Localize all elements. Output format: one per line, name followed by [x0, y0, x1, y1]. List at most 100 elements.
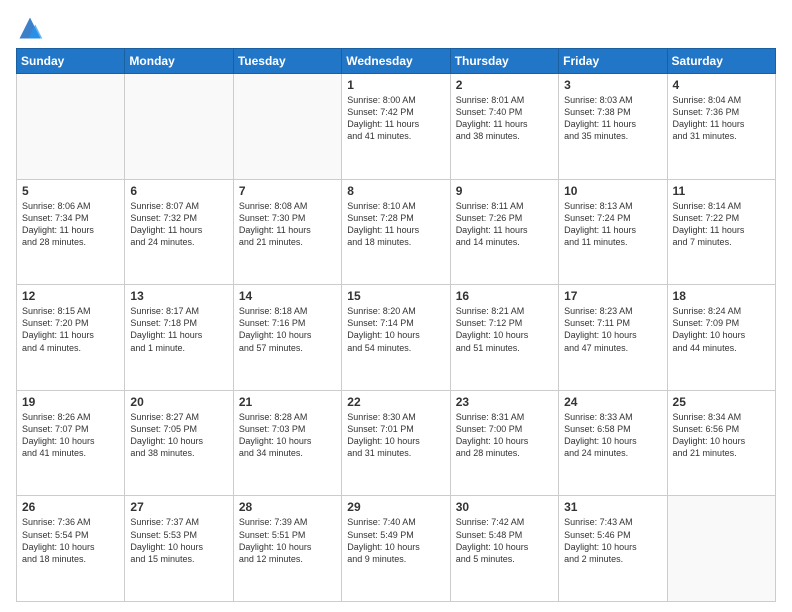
day-number: 28 [239, 500, 336, 514]
day-cell: 25 Sunrise: 8:34 AM Sunset: 6:56 PM Dayli… [667, 390, 775, 496]
day-number: 18 [673, 289, 770, 303]
day-cell: 10 Sunrise: 8:13 AM Sunset: 7:24 PM Dayli… [559, 179, 667, 285]
day-info: Sunrise: 7:40 AM Sunset: 5:49 PM Dayligh… [347, 516, 444, 565]
logo [16, 14, 46, 42]
day-number: 11 [673, 184, 770, 198]
day-cell: 27Sunrise: 7:37 AM Sunset: 5:53 PM Dayli… [125, 496, 233, 602]
day-cell: 4Sunrise: 8:04 AM Sunset: 7:36 PM Daylig… [667, 74, 775, 180]
day-info: Sunrise: 7:39 AM Sunset: 5:51 PM Dayligh… [239, 516, 336, 565]
week-row-1: 5Sunrise: 8:06 AM Sunset: 7:34 PM Daylig… [17, 179, 776, 285]
day-cell: 14 Sunrise: 8:18 AM Sunset: 7:16 PM Dayli… [233, 285, 341, 391]
weekday-header-thursday: Thursday [450, 49, 558, 74]
day-cell: 17 Sunrise: 8:23 AM Sunset: 7:11 PM Dayli… [559, 285, 667, 391]
day-cell: 26Sunrise: 7:36 AM Sunset: 5:54 PM Dayli… [17, 496, 125, 602]
day-number: 29 [347, 500, 444, 514]
day-cell: 18 Sunrise: 8:24 AM Sunset: 7:09 PM Dayli… [667, 285, 775, 391]
day-cell: 6 Sunrise: 8:07 AM Sunset: 7:32 PM Daylig… [125, 179, 233, 285]
day-cell: 5Sunrise: 8:06 AM Sunset: 7:34 PM Daylig… [17, 179, 125, 285]
day-info: Sunrise: 8:31 AM Sunset: 7:00 PM Dayligh… [456, 411, 553, 460]
day-cell [667, 496, 775, 602]
day-cell [17, 74, 125, 180]
day-number: 22 [347, 395, 444, 409]
day-info: Sunrise: 8:14 AM Sunset: 7:22 PM Dayligh… [673, 200, 770, 249]
day-info: Sunrise: 8:21 AM Sunset: 7:12 PM Dayligh… [456, 305, 553, 354]
day-number: 31 [564, 500, 661, 514]
day-info: Sunrise: 8:00 AM Sunset: 7:42 PM Dayligh… [347, 94, 444, 143]
day-cell: 20Sunrise: 8:27 AM Sunset: 7:05 PM Dayli… [125, 390, 233, 496]
day-info: Sunrise: 8:28 AM Sunset: 7:03 PM Dayligh… [239, 411, 336, 460]
day-number: 3 [564, 78, 661, 92]
day-cell: 24 Sunrise: 8:33 AM Sunset: 6:58 PM Dayli… [559, 390, 667, 496]
day-number: 19 [22, 395, 119, 409]
day-info: Sunrise: 8:27 AM Sunset: 7:05 PM Dayligh… [130, 411, 227, 460]
day-number: 17 [564, 289, 661, 303]
day-number: 6 [130, 184, 227, 198]
day-number: 25 [673, 395, 770, 409]
day-number: 30 [456, 500, 553, 514]
day-info: Sunrise: 8:30 AM Sunset: 7:01 PM Dayligh… [347, 411, 444, 460]
week-row-2: 12 Sunrise: 8:15 AM Sunset: 7:20 PM Dayli… [17, 285, 776, 391]
day-number: 8 [347, 184, 444, 198]
day-number: 1 [347, 78, 444, 92]
day-cell: 29 Sunrise: 7:40 AM Sunset: 5:49 PM Dayli… [342, 496, 450, 602]
day-info: Sunrise: 8:23 AM Sunset: 7:11 PM Dayligh… [564, 305, 661, 354]
day-info: Sunrise: 8:33 AM Sunset: 6:58 PM Dayligh… [564, 411, 661, 460]
day-number: 23 [456, 395, 553, 409]
weekday-header-wednesday: Wednesday [342, 49, 450, 74]
day-cell: 23 Sunrise: 8:31 AM Sunset: 7:00 PM Dayli… [450, 390, 558, 496]
logo-icon [16, 14, 44, 42]
week-row-0: 1 Sunrise: 8:00 AM Sunset: 7:42 PM Daylig… [17, 74, 776, 180]
day-cell: 7Sunrise: 8:08 AM Sunset: 7:30 PM Daylig… [233, 179, 341, 285]
day-number: 21 [239, 395, 336, 409]
day-cell: 2 Sunrise: 8:01 AM Sunset: 7:40 PM Daylig… [450, 74, 558, 180]
day-info: Sunrise: 8:06 AM Sunset: 7:34 PM Dayligh… [22, 200, 119, 249]
week-row-3: 19Sunrise: 8:26 AM Sunset: 7:07 PM Dayli… [17, 390, 776, 496]
day-cell [125, 74, 233, 180]
day-info: Sunrise: 8:15 AM Sunset: 7:20 PM Dayligh… [22, 305, 119, 354]
day-info: Sunrise: 8:03 AM Sunset: 7:38 PM Dayligh… [564, 94, 661, 143]
day-cell: 21 Sunrise: 8:28 AM Sunset: 7:03 PM Dayli… [233, 390, 341, 496]
day-cell: 3 Sunrise: 8:03 AM Sunset: 7:38 PM Daylig… [559, 74, 667, 180]
day-number: 24 [564, 395, 661, 409]
day-info: Sunrise: 7:43 AM Sunset: 5:46 PM Dayligh… [564, 516, 661, 565]
page: SundayMondayTuesdayWednesdayThursdayFrid… [0, 0, 792, 612]
day-info: Sunrise: 8:18 AM Sunset: 7:16 PM Dayligh… [239, 305, 336, 354]
day-number: 14 [239, 289, 336, 303]
day-number: 2 [456, 78, 553, 92]
day-info: Sunrise: 8:10 AM Sunset: 7:28 PM Dayligh… [347, 200, 444, 249]
day-info: Sunrise: 8:11 AM Sunset: 7:26 PM Dayligh… [456, 200, 553, 249]
day-cell: 16 Sunrise: 8:21 AM Sunset: 7:12 PM Dayli… [450, 285, 558, 391]
day-info: Sunrise: 7:37 AM Sunset: 5:53 PM Dayligh… [130, 516, 227, 565]
day-number: 12 [22, 289, 119, 303]
day-cell: 12 Sunrise: 8:15 AM Sunset: 7:20 PM Dayli… [17, 285, 125, 391]
day-info: Sunrise: 8:17 AM Sunset: 7:18 PM Dayligh… [130, 305, 227, 354]
day-number: 7 [239, 184, 336, 198]
weekday-header-row: SundayMondayTuesdayWednesdayThursdayFrid… [17, 49, 776, 74]
calendar-table: SundayMondayTuesdayWednesdayThursdayFrid… [16, 48, 776, 602]
day-info: Sunrise: 7:42 AM Sunset: 5:48 PM Dayligh… [456, 516, 553, 565]
weekday-header-sunday: Sunday [17, 49, 125, 74]
day-number: 26 [22, 500, 119, 514]
day-cell: 15Sunrise: 8:20 AM Sunset: 7:14 PM Dayli… [342, 285, 450, 391]
day-cell: 11 Sunrise: 8:14 AM Sunset: 7:22 PM Dayli… [667, 179, 775, 285]
day-cell: 22 Sunrise: 8:30 AM Sunset: 7:01 PM Dayli… [342, 390, 450, 496]
day-number: 10 [564, 184, 661, 198]
day-info: Sunrise: 8:34 AM Sunset: 6:56 PM Dayligh… [673, 411, 770, 460]
day-number: 4 [673, 78, 770, 92]
day-cell: 19Sunrise: 8:26 AM Sunset: 7:07 PM Dayli… [17, 390, 125, 496]
weekday-header-monday: Monday [125, 49, 233, 74]
day-info: Sunrise: 8:07 AM Sunset: 7:32 PM Dayligh… [130, 200, 227, 249]
day-info: Sunrise: 8:01 AM Sunset: 7:40 PM Dayligh… [456, 94, 553, 143]
weekday-header-saturday: Saturday [667, 49, 775, 74]
day-cell: 30 Sunrise: 7:42 AM Sunset: 5:48 PM Dayli… [450, 496, 558, 602]
header [16, 10, 776, 42]
day-info: Sunrise: 8:13 AM Sunset: 7:24 PM Dayligh… [564, 200, 661, 249]
weekday-header-tuesday: Tuesday [233, 49, 341, 74]
day-cell [233, 74, 341, 180]
week-row-4: 26Sunrise: 7:36 AM Sunset: 5:54 PM Dayli… [17, 496, 776, 602]
day-number: 9 [456, 184, 553, 198]
day-number: 16 [456, 289, 553, 303]
weekday-header-friday: Friday [559, 49, 667, 74]
day-info: Sunrise: 8:24 AM Sunset: 7:09 PM Dayligh… [673, 305, 770, 354]
day-cell: 28 Sunrise: 7:39 AM Sunset: 5:51 PM Dayli… [233, 496, 341, 602]
